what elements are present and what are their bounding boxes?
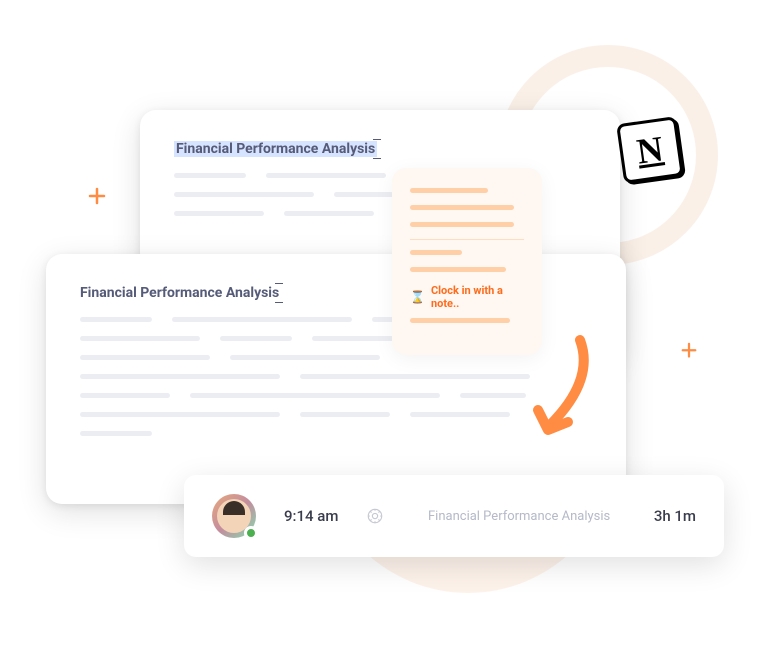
sparkle-decoration [88,186,106,210]
browser-icon [366,507,384,525]
clock-in-time: 9:14 am [284,507,338,525]
text-cursor-icon [377,141,378,157]
note-placeholder-line [410,318,510,323]
notion-letter: N [634,127,666,172]
note-placeholder-line [410,205,514,210]
document-title-highlighted[interactable]: Financial Performance Analysis [174,141,377,157]
clock-in-action-label: Clock in with a note.. [431,284,524,310]
note-placeholder-line [410,267,506,272]
document-title: Financial Performance Analysis [80,285,279,301]
tracked-duration: 3h 1m [654,507,696,525]
hourglass-icon: ⌛ [410,290,425,304]
task-name-label: Financial Performance Analysis [412,509,625,524]
text-cursor-icon [279,285,280,301]
timesheet-entry-bar: 9:14 am Financial Performance Analysis 3… [184,475,724,557]
note-placeholder-line [410,188,488,193]
online-status-indicator [244,526,258,540]
note-divider [410,239,524,240]
note-placeholder-line [410,222,514,227]
note-placeholder-line [410,250,462,255]
notion-logo-badge: N [616,116,684,184]
sparkle-decoration [681,341,697,363]
clock-in-note-popup: ⌛ Clock in with a note.. [392,168,542,355]
arrow-indicator-icon [520,330,600,454]
user-avatar[interactable] [212,494,256,538]
clock-in-with-note-button[interactable]: ⌛ Clock in with a note.. [410,284,524,310]
